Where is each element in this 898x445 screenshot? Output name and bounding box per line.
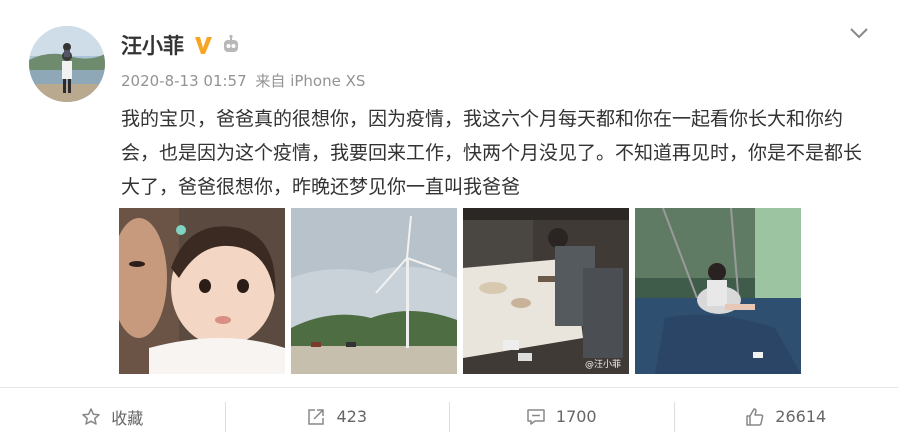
favorite-button[interactable]: 收藏 (0, 388, 225, 445)
photo-thumbnail[interactable]: @汪小菲 (463, 208, 629, 374)
photo-thumbnail[interactable] (635, 208, 801, 374)
comment-button[interactable]: 1700 (449, 388, 674, 445)
weibo-post-card: 汪小菲 2020-8-13 01:57 来自 iPhone XS 我的宝贝，爸爸… (0, 0, 898, 445)
device-name: iPhone XS (290, 72, 366, 90)
like-count: 26614 (775, 407, 827, 426)
avatar[interactable] (29, 26, 105, 102)
favorite-label: 收藏 (111, 408, 144, 428)
timestamp[interactable]: 2020-8-13 01:57 (121, 72, 247, 90)
photo-thumbnail[interactable] (291, 208, 457, 374)
comment-icon (526, 407, 546, 427)
post-text: 我的宝贝，爸爸真的很想你，因为疫情，我这六个月每天都和你在一起看你长大和你约会，… (121, 108, 863, 198)
repost-icon (306, 407, 326, 427)
like-button[interactable]: 26614 (673, 388, 898, 445)
photo-grid: @汪小菲 (119, 208, 801, 374)
repost-button[interactable]: 423 (224, 388, 450, 445)
author-row: 汪小菲 (121, 30, 242, 60)
action-bar: 收藏 423 1700 26614 (0, 388, 898, 445)
repost-count: 423 (336, 407, 368, 426)
star-icon (81, 407, 101, 427)
source-label: 来自 (255, 72, 286, 90)
verified-v-icon (192, 34, 214, 56)
photo-thumbnail[interactable] (119, 208, 285, 374)
comment-count: 1700 (555, 407, 597, 426)
chevron-down-icon[interactable] (848, 24, 870, 42)
thumbs-up-icon (745, 407, 765, 427)
robot-badge-icon (220, 34, 242, 56)
username[interactable]: 汪小菲 (121, 30, 184, 60)
post-meta: 2020-8-13 01:57 来自 iPhone XS (121, 70, 365, 91)
watermark: @汪小菲 (584, 360, 621, 370)
